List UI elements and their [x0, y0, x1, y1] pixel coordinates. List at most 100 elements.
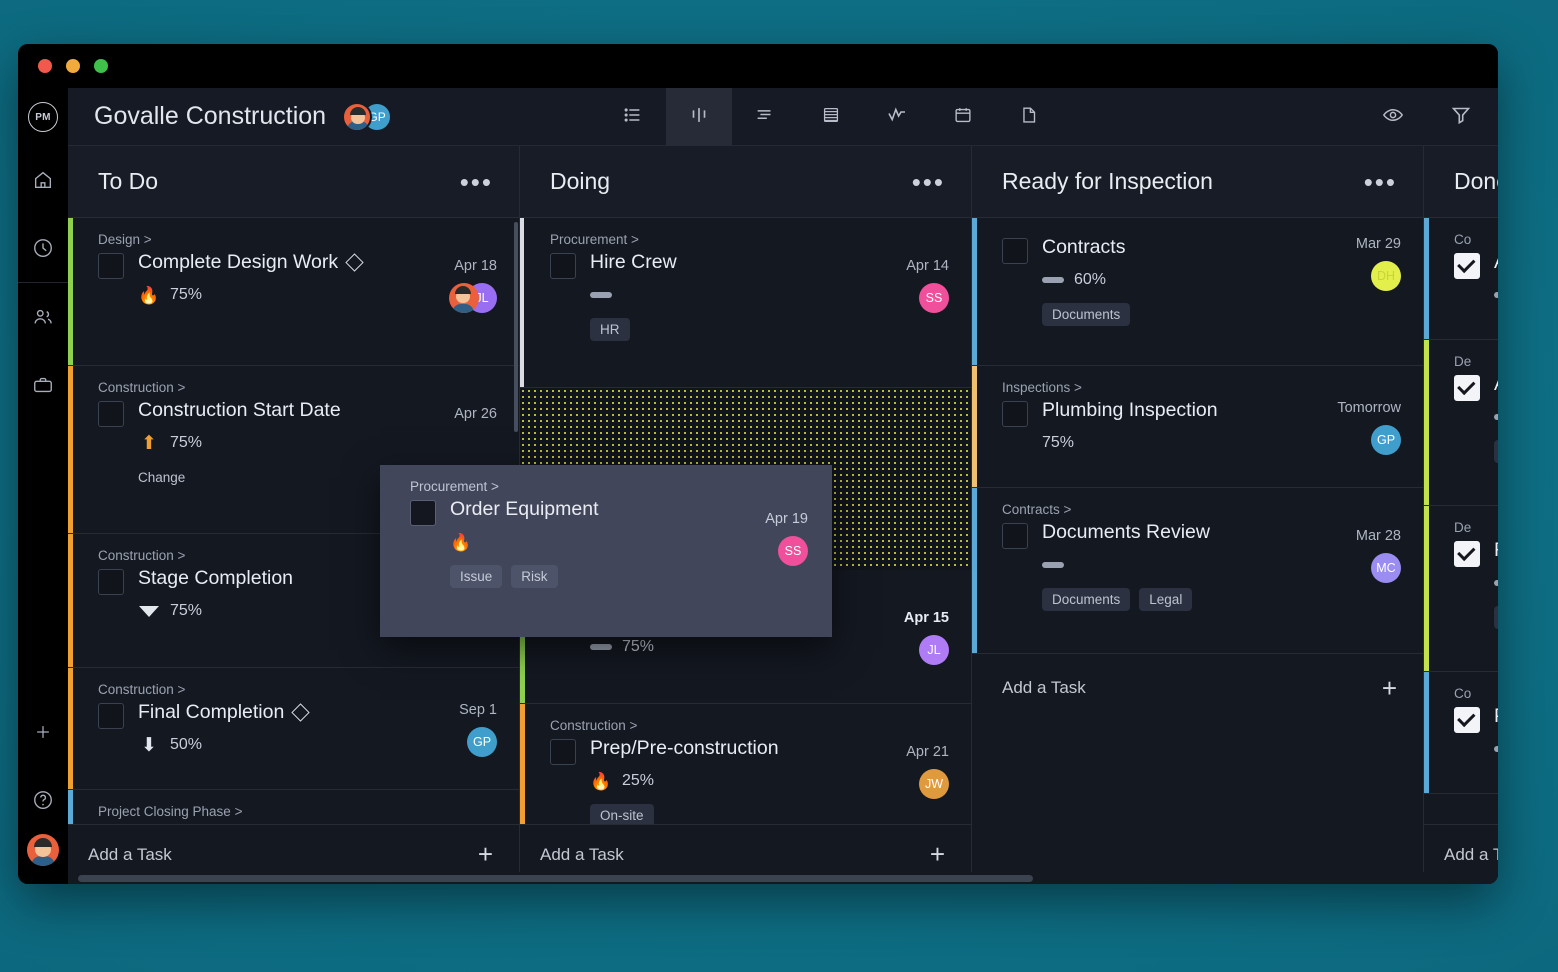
- sidebar-item-team[interactable]: [18, 283, 68, 351]
- card-breadcrumb[interactable]: Design >: [98, 232, 499, 247]
- avatar[interactable]: GP: [1371, 425, 1401, 455]
- tag[interactable]: Documents: [1042, 588, 1130, 611]
- task-checkbox[interactable]: [98, 703, 124, 729]
- card-breadcrumb[interactable]: Construction >: [98, 380, 499, 395]
- tag[interactable]: On-site: [590, 804, 654, 824]
- window-zoom-button[interactable]: [94, 59, 108, 73]
- task-card[interactable]: Design > Complete Design Work 🔥: [68, 218, 519, 366]
- user-avatar[interactable]: [27, 834, 59, 866]
- task-checkbox[interactable]: [550, 739, 576, 765]
- avatar[interactable]: MC: [1371, 553, 1401, 583]
- tag[interactable]: D: [1494, 606, 1498, 629]
- task-card[interactable]: Contracts > Documents Review: [972, 488, 1423, 654]
- tab-list-view[interactable]: [600, 88, 666, 146]
- tab-sheet-view[interactable]: [798, 88, 864, 146]
- card-color-stripe: [1424, 672, 1429, 793]
- window-minimize-button[interactable]: [66, 59, 80, 73]
- dragged-task-card[interactable]: Procurement > Order Equipment 🔥 Issue Ri…: [380, 465, 832, 637]
- task-checkbox[interactable]: [1002, 238, 1028, 264]
- task-card[interactable]: Construction > Final Completion ⬇: [68, 668, 519, 790]
- avatar[interactable]: [342, 102, 372, 132]
- board-view-icon: [688, 104, 710, 131]
- card-due-date: Mar 29: [1356, 236, 1401, 252]
- app-logo[interactable]: PM: [18, 88, 68, 146]
- visibility-button[interactable]: [1378, 103, 1408, 132]
- card-breadcrumb[interactable]: Construction >: [550, 718, 951, 733]
- sidebar-add-button[interactable]: [18, 698, 68, 766]
- task-checkbox[interactable]: [1454, 253, 1480, 279]
- card-breadcrumb[interactable]: De: [1454, 354, 1498, 369]
- filter-button[interactable]: [1446, 103, 1476, 132]
- avatar[interactable]: [449, 283, 479, 313]
- scrollbar-thumb[interactable]: [78, 875, 1033, 882]
- task-card[interactable]: Construction > Prep/Pre-construction 🔥: [520, 704, 971, 824]
- card-breadcrumb[interactable]: Contracts >: [1002, 502, 1403, 517]
- tag[interactable]: Legal: [1139, 588, 1192, 611]
- task-card[interactable]: Project Closing Phase >: [68, 790, 519, 824]
- card-breadcrumb[interactable]: Construction >: [98, 682, 499, 697]
- tag[interactable]: D: [1494, 440, 1498, 463]
- add-task-plus-icon[interactable]: +: [1382, 673, 1397, 704]
- sidebar-item-portfolio[interactable]: [18, 351, 68, 419]
- add-task-plus-icon[interactable]: +: [930, 839, 945, 870]
- tab-page-view[interactable]: [996, 88, 1062, 146]
- avatar[interactable]: SS: [778, 536, 808, 566]
- avatar[interactable]: JW: [919, 769, 949, 799]
- tab-calendar-view[interactable]: [930, 88, 996, 146]
- window-close-button[interactable]: [38, 59, 52, 73]
- column-vertical-scrollbar[interactable]: [514, 222, 518, 432]
- card-color-stripe: [1424, 506, 1429, 671]
- tab-workload-view[interactable]: [864, 88, 930, 146]
- card-breadcrumb[interactable]: Co: [1454, 686, 1498, 701]
- task-card[interactable]: De Ap D: [1424, 340, 1498, 506]
- card-progress: 🔥: [450, 531, 812, 553]
- tag[interactable]: Risk: [511, 565, 557, 588]
- add-task-button[interactable]: Add a Task: [1002, 678, 1382, 698]
- task-checkbox[interactable]: [98, 401, 124, 427]
- task-checkbox[interactable]: [1454, 375, 1480, 401]
- task-checkbox[interactable]: [98, 569, 124, 595]
- column-menu-button[interactable]: •••: [460, 177, 493, 187]
- task-card[interactable]: Co Pr: [1424, 672, 1498, 794]
- card-breadcrumb[interactable]: Inspections >: [1002, 380, 1403, 395]
- task-card[interactable]: Contracts 60% Documents: [972, 218, 1423, 366]
- avatar[interactable]: GP: [467, 727, 497, 757]
- tag[interactable]: HR: [590, 318, 630, 341]
- task-card[interactable]: Co Av: [1424, 218, 1498, 340]
- board-horizontal-scrollbar[interactable]: [68, 872, 1498, 884]
- card-breadcrumb[interactable]: Co: [1454, 232, 1498, 247]
- task-card[interactable]: De Fe D: [1424, 506, 1498, 672]
- add-task-button[interactable]: Add a Task: [88, 845, 478, 865]
- avatar[interactable]: SS: [919, 283, 949, 313]
- sidebar-item-recent[interactable]: [18, 214, 68, 282]
- sidebar-help-button[interactable]: [18, 766, 68, 834]
- avatar[interactable]: JL: [919, 635, 949, 665]
- sidebar-item-home[interactable]: [18, 146, 68, 214]
- card-breadcrumb[interactable]: De: [1454, 520, 1498, 535]
- avatar[interactable]: DH: [1371, 261, 1401, 291]
- tag[interactable]: Change: [138, 466, 195, 489]
- column-menu-button[interactable]: •••: [912, 177, 945, 187]
- task-checkbox[interactable]: [410, 500, 436, 526]
- add-task-button[interactable]: Add a Task: [540, 845, 930, 865]
- card-breadcrumb[interactable]: Project Closing Phase >: [98, 804, 499, 819]
- task-checkbox[interactable]: [1002, 401, 1028, 427]
- task-checkbox[interactable]: [550, 253, 576, 279]
- card-breadcrumb[interactable]: Procurement >: [410, 479, 812, 494]
- task-checkbox[interactable]: [1454, 707, 1480, 733]
- task-card[interactable]: Procurement > Hire Crew: [520, 218, 971, 388]
- task-checkbox[interactable]: [1454, 541, 1480, 567]
- add-task-button[interactable]: Add a Task: [1444, 845, 1498, 865]
- task-card[interactable]: Inspections > Plumbing Inspection 75%: [972, 366, 1423, 488]
- app-window: PM: [18, 44, 1498, 884]
- tab-board-view[interactable]: [666, 88, 732, 146]
- tag[interactable]: Documents: [1042, 303, 1130, 326]
- task-checkbox[interactable]: [1002, 523, 1028, 549]
- task-checkbox[interactable]: [98, 253, 124, 279]
- card-color-stripe: [520, 704, 525, 824]
- tag[interactable]: Issue: [450, 565, 502, 588]
- column-menu-button[interactable]: •••: [1364, 177, 1397, 187]
- tab-gantt-view[interactable]: [732, 88, 798, 146]
- add-task-plus-icon[interactable]: +: [478, 839, 493, 870]
- card-breadcrumb[interactable]: Procurement >: [550, 232, 951, 247]
